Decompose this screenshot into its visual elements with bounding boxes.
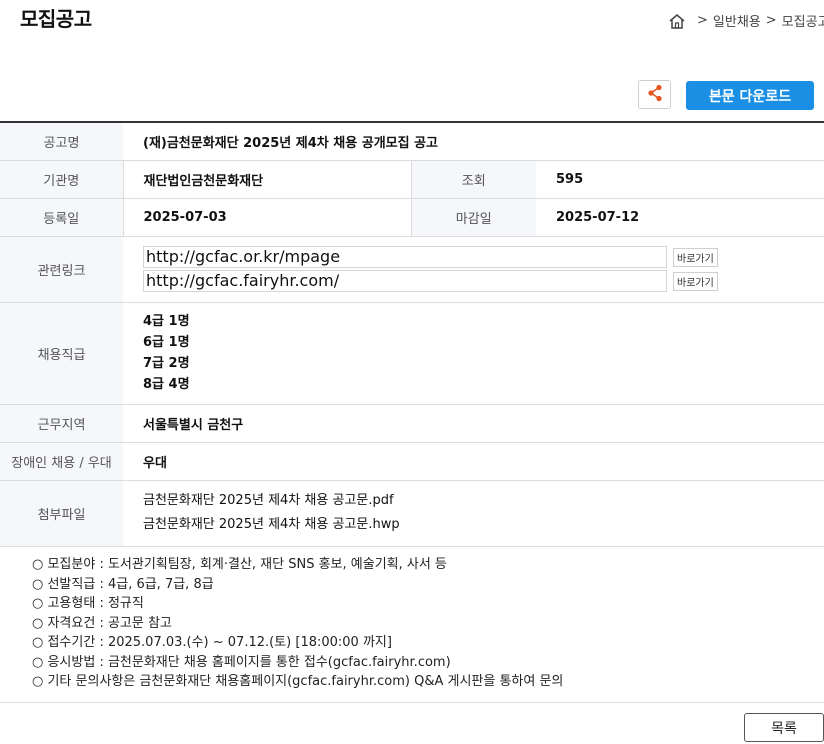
notice-line: ○ 고용형태 : 정규직 bbox=[32, 596, 144, 611]
value-deadline: 2025-07-12 bbox=[536, 198, 824, 237]
position-item: 7급 2명 bbox=[143, 356, 190, 371]
position-item: 4급 1명 bbox=[143, 314, 190, 329]
notice-line: ○ 기타 문의사항은 금천문화재단 채용홈페이지(gcfac.fairyhr.c… bbox=[32, 674, 564, 689]
position-item: 8급 4명 bbox=[143, 377, 190, 392]
label-files: 첨부파일 bbox=[0, 480, 123, 547]
notice-line: ○ 자격요건 : 공고문 참고 bbox=[32, 615, 172, 631]
breadcrumb-item-recruitment[interactable]: 모집공고 bbox=[782, 11, 824, 30]
value-reg-date: 2025-07-03 bbox=[122, 198, 412, 237]
notice-line: ○ 모집분야 : 도서관기획팀장, 회계·결산, 재단 SNS 홍보, 예술기획… bbox=[32, 557, 447, 572]
position-item: 6급 1명 bbox=[143, 335, 190, 350]
list-button[interactable]: 목록 bbox=[744, 713, 824, 742]
breadcrumb-separator: > bbox=[697, 13, 708, 28]
value-location: 서울특별시 금천구 bbox=[123, 404, 824, 443]
breadcrumb-separator: > bbox=[765, 13, 777, 28]
positions-cell: 4급 1명 6급 1명 7급 2명 8급 4명 bbox=[123, 302, 824, 405]
label-disability: 장애인 채용 / 우대 bbox=[0, 442, 123, 481]
value-views: 595 bbox=[536, 160, 824, 199]
download-body-button[interactable]: 본문 다운로드 bbox=[686, 81, 814, 110]
label-views: 조회 bbox=[411, 160, 536, 199]
page-title: 모집공고 bbox=[20, 7, 92, 31]
share-icon bbox=[647, 84, 663, 106]
value-title: (재)금천문화재단 2025년 제4차 채용 공개모집 공고 bbox=[123, 122, 824, 161]
notice-body: ○ 모집분야 : 도서관기획팀장, 회계·결산, 재단 SNS 홍보, 예술기획… bbox=[32, 555, 563, 692]
share-button[interactable] bbox=[638, 80, 671, 109]
label-org: 기관명 bbox=[0, 160, 123, 199]
links-cell: http://gcfac.or.kr/mpage 바로가기 http://gcf… bbox=[123, 236, 824, 303]
job-info-table: 공고명 (재)금천문화재단 2025년 제4차 채용 공개모집 공고 기관명 재… bbox=[0, 121, 824, 547]
notice-line: ○ 접수기간 : 2025.07.03.(수) ~ 07.12.(토) [18:… bbox=[32, 635, 392, 650]
go-link-button[interactable]: 바로가기 bbox=[673, 271, 718, 291]
label-title: 공고명 bbox=[0, 122, 123, 161]
link-row: http://gcfac.fairyhr.com/ 바로가기 bbox=[143, 269, 824, 293]
link-url-field[interactable]: http://gcfac.or.kr/mpage bbox=[143, 246, 667, 268]
link-row: http://gcfac.or.kr/mpage 바로가기 bbox=[143, 245, 824, 269]
home-icon[interactable] bbox=[668, 13, 686, 29]
link-url-field[interactable]: http://gcfac.fairyhr.com/ bbox=[143, 270, 667, 292]
value-org: 재단법인금천문화재단 bbox=[122, 160, 412, 199]
label-location: 근무지역 bbox=[0, 404, 123, 443]
label-links: 관련링크 bbox=[0, 236, 123, 303]
label-reg-date: 등록일 bbox=[0, 198, 123, 237]
go-link-button[interactable]: 바로가기 bbox=[673, 247, 718, 267]
breadcrumb: > 일반채용 > 모집공고 bbox=[668, 11, 824, 30]
file-link[interactable]: 금천문화재단 2025년 제4차 채용 공고문.pdf bbox=[143, 489, 824, 513]
divider bbox=[0, 702, 824, 703]
files-cell: 금천문화재단 2025년 제4차 채용 공고문.pdf 금천문화재단 2025년… bbox=[123, 480, 824, 547]
file-link[interactable]: 금천문화재단 2025년 제4차 채용 공고문.hwp bbox=[143, 513, 824, 537]
value-disability: 우대 bbox=[123, 442, 824, 481]
notice-line: ○ 응시방법 : 금천문화재단 채용 홈페이지를 통한 접수(gcfac.fai… bbox=[32, 654, 451, 670]
label-deadline: 마감일 bbox=[411, 198, 536, 237]
label-positions: 채용직급 bbox=[0, 302, 123, 405]
notice-line: ○ 선발직급 : 4급, 6급, 7급, 8급 bbox=[32, 576, 214, 592]
breadcrumb-item-general-hiring[interactable]: 일반채용 bbox=[713, 11, 761, 30]
